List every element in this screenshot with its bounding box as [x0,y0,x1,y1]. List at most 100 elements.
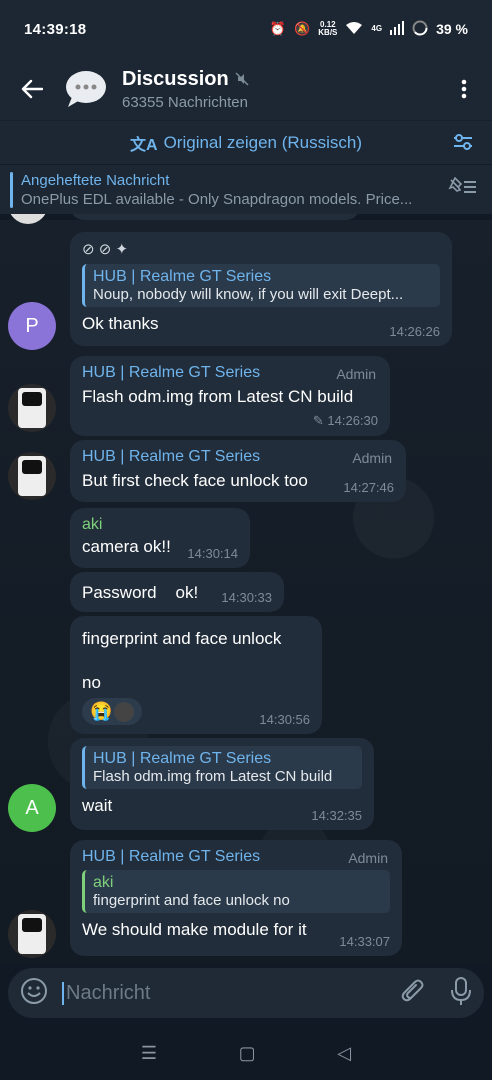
message-bubble[interactable]: aki camera ok!! 14:30:14 [70,508,250,568]
sender-name[interactable]: HUB | Realme GT Series [82,848,390,866]
pinned-message-bar[interactable]: Angeheftete Nachricht OnePlus EDL availa… [0,164,492,214]
admin-badge: Admin [336,366,376,382]
chat-header: Discussion 63355 Nachrichten [0,58,492,120]
message-bubble[interactable]: ⊘ ⊘ ✦ HUB | Realme GT Series Noup, nobod… [70,232,452,346]
message-time: 14:30:14 [187,546,238,561]
pinned-title: Angeheftete Nachricht [21,171,170,189]
muted-icon [235,72,249,86]
admin-badge: Admin [352,450,392,466]
more-vertical-icon [461,79,467,99]
pinned-indicator [10,171,13,208]
phone-avatar-image [18,914,46,954]
message-text: Flash odm.img from Latest CN build [82,387,354,406]
pin-list-icon [448,176,476,193]
back-nav-button[interactable]: ◁ [337,1043,351,1064]
reply-author: HUB | Realme GT Series [93,268,272,285]
message-text: Ok thanks [82,314,159,333]
status-icons: ⏰ 🔕 0.12 KB/S 4G 39 % [270,20,468,39]
sticker-icons: ⊘ ⊘ ✦ [82,241,129,258]
message-bubble[interactable]: HUB | Realme GT Series Flash odm.img fro… [70,738,374,830]
net-speed: 0.12 KB/S [318,21,337,37]
alarm-icon: ⏰ [269,21,287,36]
message-input-bar: Nachricht [8,968,484,1018]
show-original-label: Original zeigen (Russisch) [163,132,362,152]
home-button[interactable]: ▢ [239,1043,256,1064]
message-time-value: 14:26:30 [327,413,378,428]
message-bubble[interactable]: Password ok! 14:30:33 [70,572,284,612]
message-input[interactable]: Nachricht [62,981,150,1005]
message-count: 63355 Nachrichten [122,93,248,111]
reply-quote[interactable]: HUB | Realme GT Series Flash odm.img fro… [82,746,362,789]
battery-icon [412,20,428,39]
pinned-list-button[interactable] [448,176,478,202]
reply-author: aki [93,874,114,891]
message-bubble[interactable]: HUB | Realme GT Series Admin aki fingerp… [70,840,402,956]
recents-button[interactable]: ☰ [141,1043,157,1064]
reply-text: Flash odm.img from Latest CN build [93,768,333,785]
more-menu-button[interactable] [436,58,492,120]
translate-icon: 文A [130,136,158,154]
avatar[interactable]: P [8,302,56,350]
avatar[interactable] [8,384,56,432]
sender-name[interactable]: HUB | Realme GT Series [82,448,394,466]
message-time: ✎ 14:26:30 [313,413,378,429]
avatar-initial: A [25,796,39,819]
avatar[interactable] [8,910,56,958]
attach-button[interactable] [400,977,426,1010]
message-time: 14:32:35 [311,808,362,823]
message-bubble[interactable]: fingerprint and face unlock no 😭 14:30:5… [70,616,322,734]
message-text: fingerprint and face unlock [82,629,282,648]
reaction-chip[interactable]: 😭 [82,698,143,725]
system-nav-bar: ☰ ▢ ◁ [0,1026,492,1080]
sliders-icon [454,134,472,150]
microphone-icon [451,976,471,1005]
network-type: 4G [371,24,383,33]
net-speed-unit: KB/S [318,28,338,37]
sender-name[interactable]: aki [82,516,238,534]
avatar[interactable]: A [8,784,56,832]
message-time: 14:30:33 [221,590,272,605]
avatar-initial: P [25,314,39,337]
avatar[interactable] [8,452,56,500]
signal-icon [390,20,405,38]
reply-quote[interactable]: HUB | Realme GT Series Noup, nobody will… [82,264,440,307]
avatar[interactable] [8,214,48,224]
edited-icon: ✎ [312,413,328,428]
translate-bar: 文A Original zeigen (Russisch) [0,120,492,164]
chat-title-block[interactable]: Discussion 63355 Nachrichten [122,68,249,111]
speech-bubble-icon [66,71,106,107]
crying-emoji-icon: 😭 [90,701,113,721]
message-bubble-partial [70,214,360,220]
message-time: 14:30:56 [259,712,310,727]
reactor-avatar [114,701,135,722]
sender-name[interactable]: HUB | Realme GT Series [82,364,378,382]
phone-avatar-image [18,388,46,428]
message-time: 14:26:26 [389,324,440,339]
show-original-button[interactable]: 文A Original zeigen (Russisch) [130,131,362,155]
voice-message-button[interactable] [450,976,472,1011]
translate-settings-button[interactable] [452,131,474,158]
arrow-left-icon [21,79,43,99]
paperclip-icon [401,979,424,1001]
status-bar: 14:39:18 ⏰ 🔕 0.12 KB/S 4G 39 % [0,0,492,58]
status-time: 14:39:18 [24,20,87,38]
message-time: 14:33:07 [339,934,390,949]
reply-text: fingerprint and face unlock no [93,892,290,909]
admin-badge: Admin [348,850,388,866]
reply-quote[interactable]: aki fingerprint and face unlock no [82,870,390,913]
message-list[interactable]: ⊘ ⊘ ✦ HUB | Realme GT Series Noup, nobod… [0,214,492,966]
message-bubble[interactable]: HUB | Realme GT Series Admin But first c… [70,440,406,502]
back-button[interactable] [0,58,64,120]
phone-avatar-image [18,456,46,496]
message-bubble[interactable]: HUB | Realme GT Series Admin Flash odm.i… [70,356,390,436]
reply-text: Noup, nobody will know, if you will exit… [93,286,404,303]
emoji-button[interactable] [20,977,48,1010]
reply-author: HUB | Realme GT Series [93,750,272,767]
message-text: no [82,673,101,692]
message-time: 14:27:46 [343,480,394,495]
battery-level: 39 % [436,21,468,37]
wifi-icon [345,21,363,38]
mute-icon: 🔕 [294,21,311,36]
chat-avatar[interactable] [64,67,108,111]
pinned-text: OnePlus EDL available - Only Snapdragon … [21,190,413,208]
